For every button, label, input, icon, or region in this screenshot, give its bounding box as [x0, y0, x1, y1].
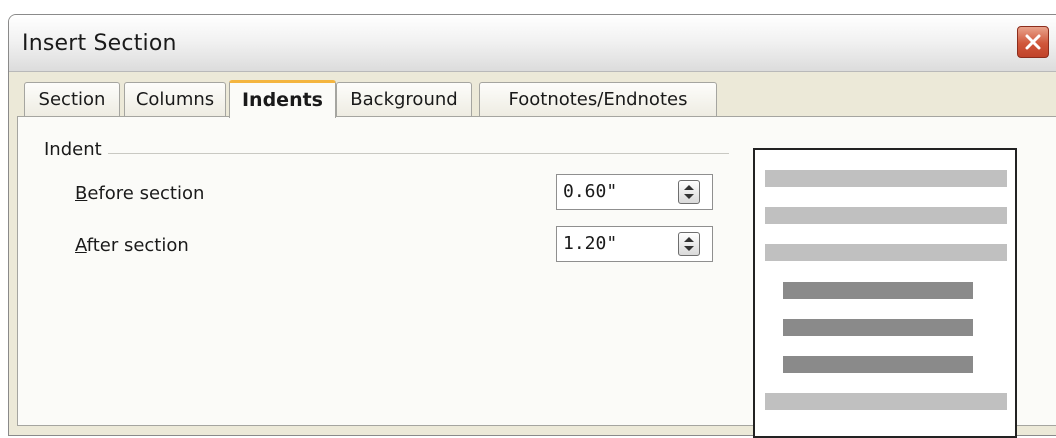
close-button[interactable]: [1017, 26, 1049, 58]
preview-line: [765, 207, 1007, 224]
before-section-mnemonic: B: [75, 183, 88, 204]
after-section-mnemonic: A: [75, 235, 87, 256]
tab-background[interactable]: Background: [336, 82, 472, 116]
after-section-spinbox[interactable]: 1.20": [556, 226, 713, 262]
preview-line: [765, 244, 1007, 261]
title-bar[interactable]: Insert Section: [9, 15, 1056, 72]
indent-group-label: Indent: [44, 139, 108, 160]
spin-arrows-icon: [684, 185, 694, 199]
preview-line: [765, 393, 1007, 410]
before-section-input[interactable]: 0.60": [563, 181, 617, 202]
indent-preview: [753, 148, 1017, 438]
after-section-input[interactable]: 1.20": [563, 233, 617, 254]
before-section-spinbox[interactable]: 0.60": [556, 174, 713, 210]
tab-section[interactable]: Section: [24, 82, 120, 116]
preview-section-line: [783, 282, 973, 299]
preview-line: [765, 170, 1007, 187]
tab-indents[interactable]: Indents: [229, 80, 336, 118]
before-section-label-text: efore section: [87, 183, 205, 204]
before-section-label: Before section: [75, 183, 204, 204]
after-section-spin-buttons[interactable]: [678, 232, 700, 256]
tab-columns[interactable]: Columns: [124, 82, 226, 116]
after-section-label: After section: [75, 235, 189, 256]
spin-arrows-icon: [684, 237, 694, 251]
preview-section-line: [783, 319, 973, 336]
close-icon: [1025, 34, 1041, 50]
after-section-label-text: fter section: [86, 235, 189, 256]
tab-footnotes-endnotes[interactable]: Footnotes/Endnotes: [479, 82, 717, 116]
indent-group-divider: [44, 153, 729, 154]
preview-section-line: [783, 356, 973, 373]
before-section-spin-buttons[interactable]: [678, 180, 700, 204]
window-title: Insert Section: [22, 31, 177, 56]
